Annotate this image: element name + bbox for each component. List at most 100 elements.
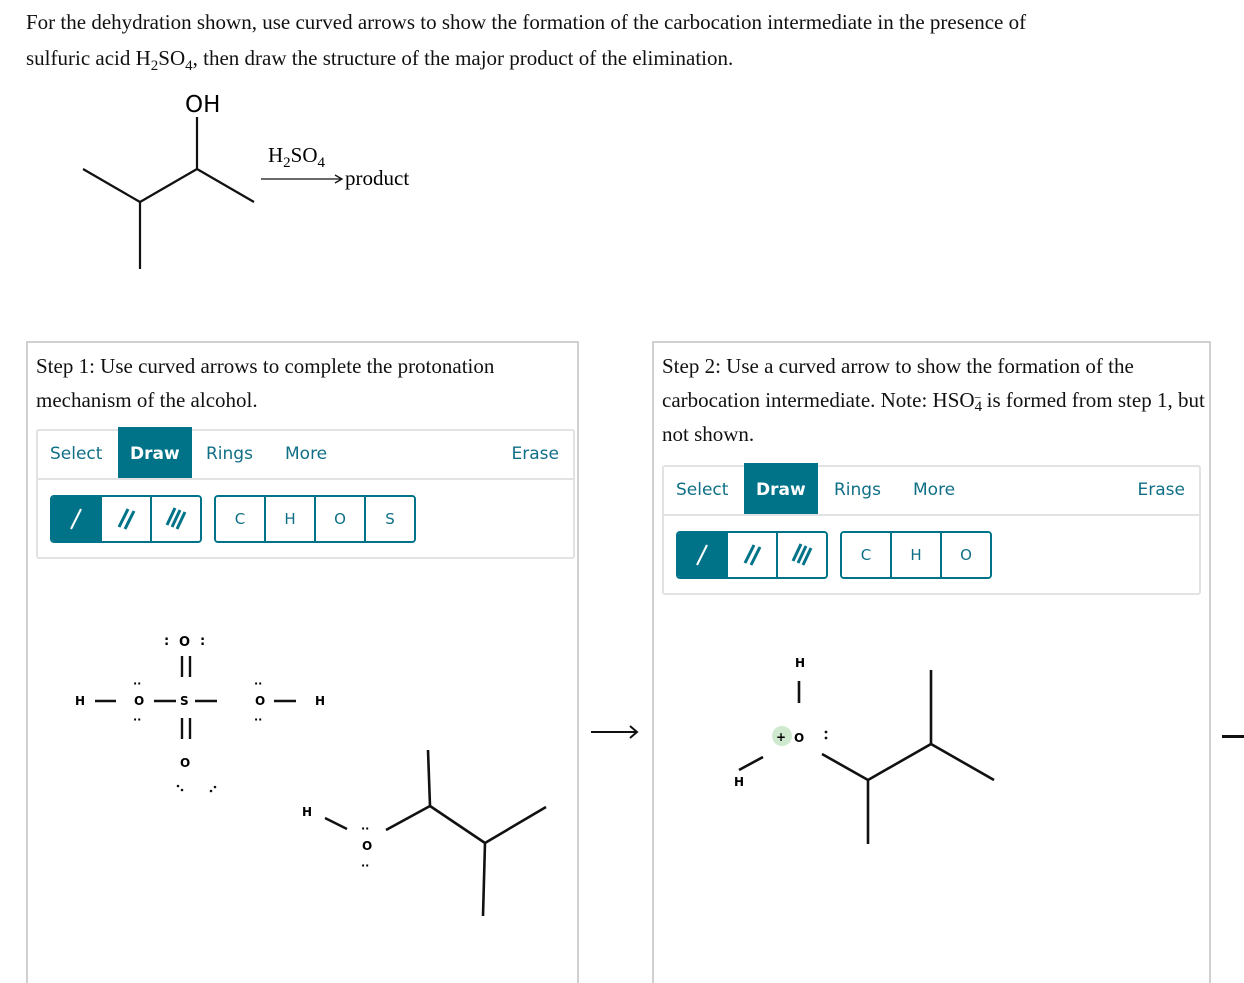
single-bond-icon (696, 544, 708, 566)
lone-pair: ·· (361, 822, 369, 835)
tab-select[interactable]: Select (664, 467, 740, 514)
step2-panel: Step 2: Use a curved arrow to show the f… (652, 341, 1211, 983)
question-line-1: For the dehydration shown, use curved ar… (26, 10, 1027, 34)
atom-button-c[interactable]: C (842, 533, 892, 577)
bond (481, 842, 487, 917)
lone-pair: ·· (254, 677, 262, 690)
subscript: 4 (318, 155, 326, 171)
oxonium-molecule: H + O H (734, 656, 995, 844)
tab-rings[interactable]: Rings (194, 431, 265, 478)
atom-s: S (180, 694, 189, 708)
atom-button-group: C H O (840, 531, 992, 579)
double-bond-button[interactable] (102, 497, 152, 541)
triple-bond-icon (791, 543, 813, 566)
double-bond-button[interactable] (728, 533, 778, 577)
step2-drawing-canvas[interactable]: H + O H (654, 608, 1209, 983)
single-bond-button[interactable] (52, 497, 102, 541)
triple-bond-button[interactable] (152, 497, 200, 541)
question-line-2: sulfuric acid H2SO4, then draw the struc… (26, 40, 1226, 76)
sulfuric-acid-molecule: O : : S H O ·· ·· O ·· ·· H O (75, 634, 325, 793)
text: sulfuric acid H (26, 46, 151, 70)
bond (139, 168, 198, 203)
bond (429, 804, 486, 845)
atom-o: O (362, 839, 372, 853)
text: , then draw the structure of the major p… (192, 46, 734, 70)
lone-pair-dot (824, 736, 828, 740)
single-bond-icon (70, 508, 82, 530)
atom-o-top: O (179, 635, 190, 650)
atom-o-left: O (134, 694, 144, 708)
lone-pair: ·· (133, 677, 141, 690)
atom-button-group: C H O S (214, 495, 416, 543)
atom-o-right: O (255, 694, 265, 708)
text: H (268, 143, 283, 167)
triple-bond-button[interactable] (778, 533, 826, 577)
atom-o-bottom: O (180, 756, 190, 770)
lone-pair: : (164, 634, 169, 649)
lone-pair: ·· (133, 713, 141, 726)
step1-tab-bar: Select Draw Rings More Erase (38, 427, 573, 480)
reaction-scheme: OH H2SO4 product (82, 92, 409, 269)
atom-h-left: H (734, 775, 744, 789)
bond (196, 168, 255, 203)
bond (484, 805, 547, 845)
step1-toolbar: Select Draw Rings More Erase C H O S (36, 427, 575, 559)
erase-button[interactable]: Erase (1126, 467, 1197, 514)
step2-toolbar: Select Draw Rings More Erase C H O (662, 463, 1201, 595)
tab-draw[interactable]: Draw (744, 463, 818, 514)
bond-button-group (50, 495, 202, 543)
bond (82, 168, 141, 203)
lone-pair-dot (209, 789, 213, 793)
reactant-skeleton (82, 117, 255, 269)
lone-pair-dot (213, 785, 217, 789)
triple-bond-icon (165, 507, 187, 530)
bond (930, 742, 995, 782)
atom-o: O (794, 731, 804, 745)
double-bond-icon (117, 508, 136, 530)
lone-pair: ·· (361, 859, 369, 872)
bond (738, 755, 764, 772)
text: SO (291, 143, 318, 167)
hydroxyl-label: OH (185, 92, 220, 118)
subscript: 2 (283, 155, 291, 171)
bond-button-group (676, 531, 828, 579)
erase-button[interactable]: Erase (500, 431, 571, 478)
subscript: 4 (185, 58, 193, 74)
reaction-arrow (261, 174, 344, 184)
product-label: product (345, 166, 409, 190)
bond (385, 804, 431, 832)
atom-h: H (302, 805, 312, 819)
step1-title: Step 1: Use curved arrows to complete th… (36, 354, 495, 412)
svg-text:H2SO4: H2SO4 (268, 143, 326, 171)
step1-drawing-canvas[interactable]: O : : S H O ·· ·· O ·· ·· H O H O ·· ·· (28, 573, 577, 983)
positive-charge: + (776, 730, 786, 744)
lone-pair-dot (176, 784, 180, 788)
tab-more[interactable]: More (901, 467, 967, 514)
bond (426, 749, 432, 807)
atom-h-left: H (75, 694, 85, 708)
step2-title: Step 2: Use a curved arrow to show the f… (662, 349, 1207, 451)
bond (821, 752, 869, 782)
bond (867, 742, 932, 782)
lone-pair: : (200, 634, 205, 649)
single-bond-button[interactable] (678, 533, 728, 577)
step-transition-arrow (591, 725, 639, 739)
step1-panel: Step 1: Use curved arrows to complete th… (26, 341, 579, 983)
atom-button-o[interactable]: O (316, 497, 366, 541)
atom-button-h[interactable]: H (266, 497, 316, 541)
lone-pair: ·· (254, 713, 262, 726)
atom-button-s[interactable]: S (366, 497, 414, 541)
lone-pair-dot (824, 730, 828, 734)
atom-button-c[interactable]: C (216, 497, 266, 541)
atom-button-h[interactable]: H (892, 533, 942, 577)
tab-more[interactable]: More (273, 431, 339, 478)
tab-rings[interactable]: Rings (822, 467, 893, 514)
atom-button-o[interactable]: O (942, 533, 990, 577)
tab-draw[interactable]: Draw (118, 427, 192, 478)
tab-select[interactable]: Select (38, 431, 114, 478)
step2-tab-bar: Select Draw Rings More Erase (664, 463, 1199, 516)
text: SO (158, 46, 186, 70)
double-bond-icon (743, 544, 762, 566)
bond (324, 816, 348, 831)
atom-h-top: H (795, 656, 805, 670)
